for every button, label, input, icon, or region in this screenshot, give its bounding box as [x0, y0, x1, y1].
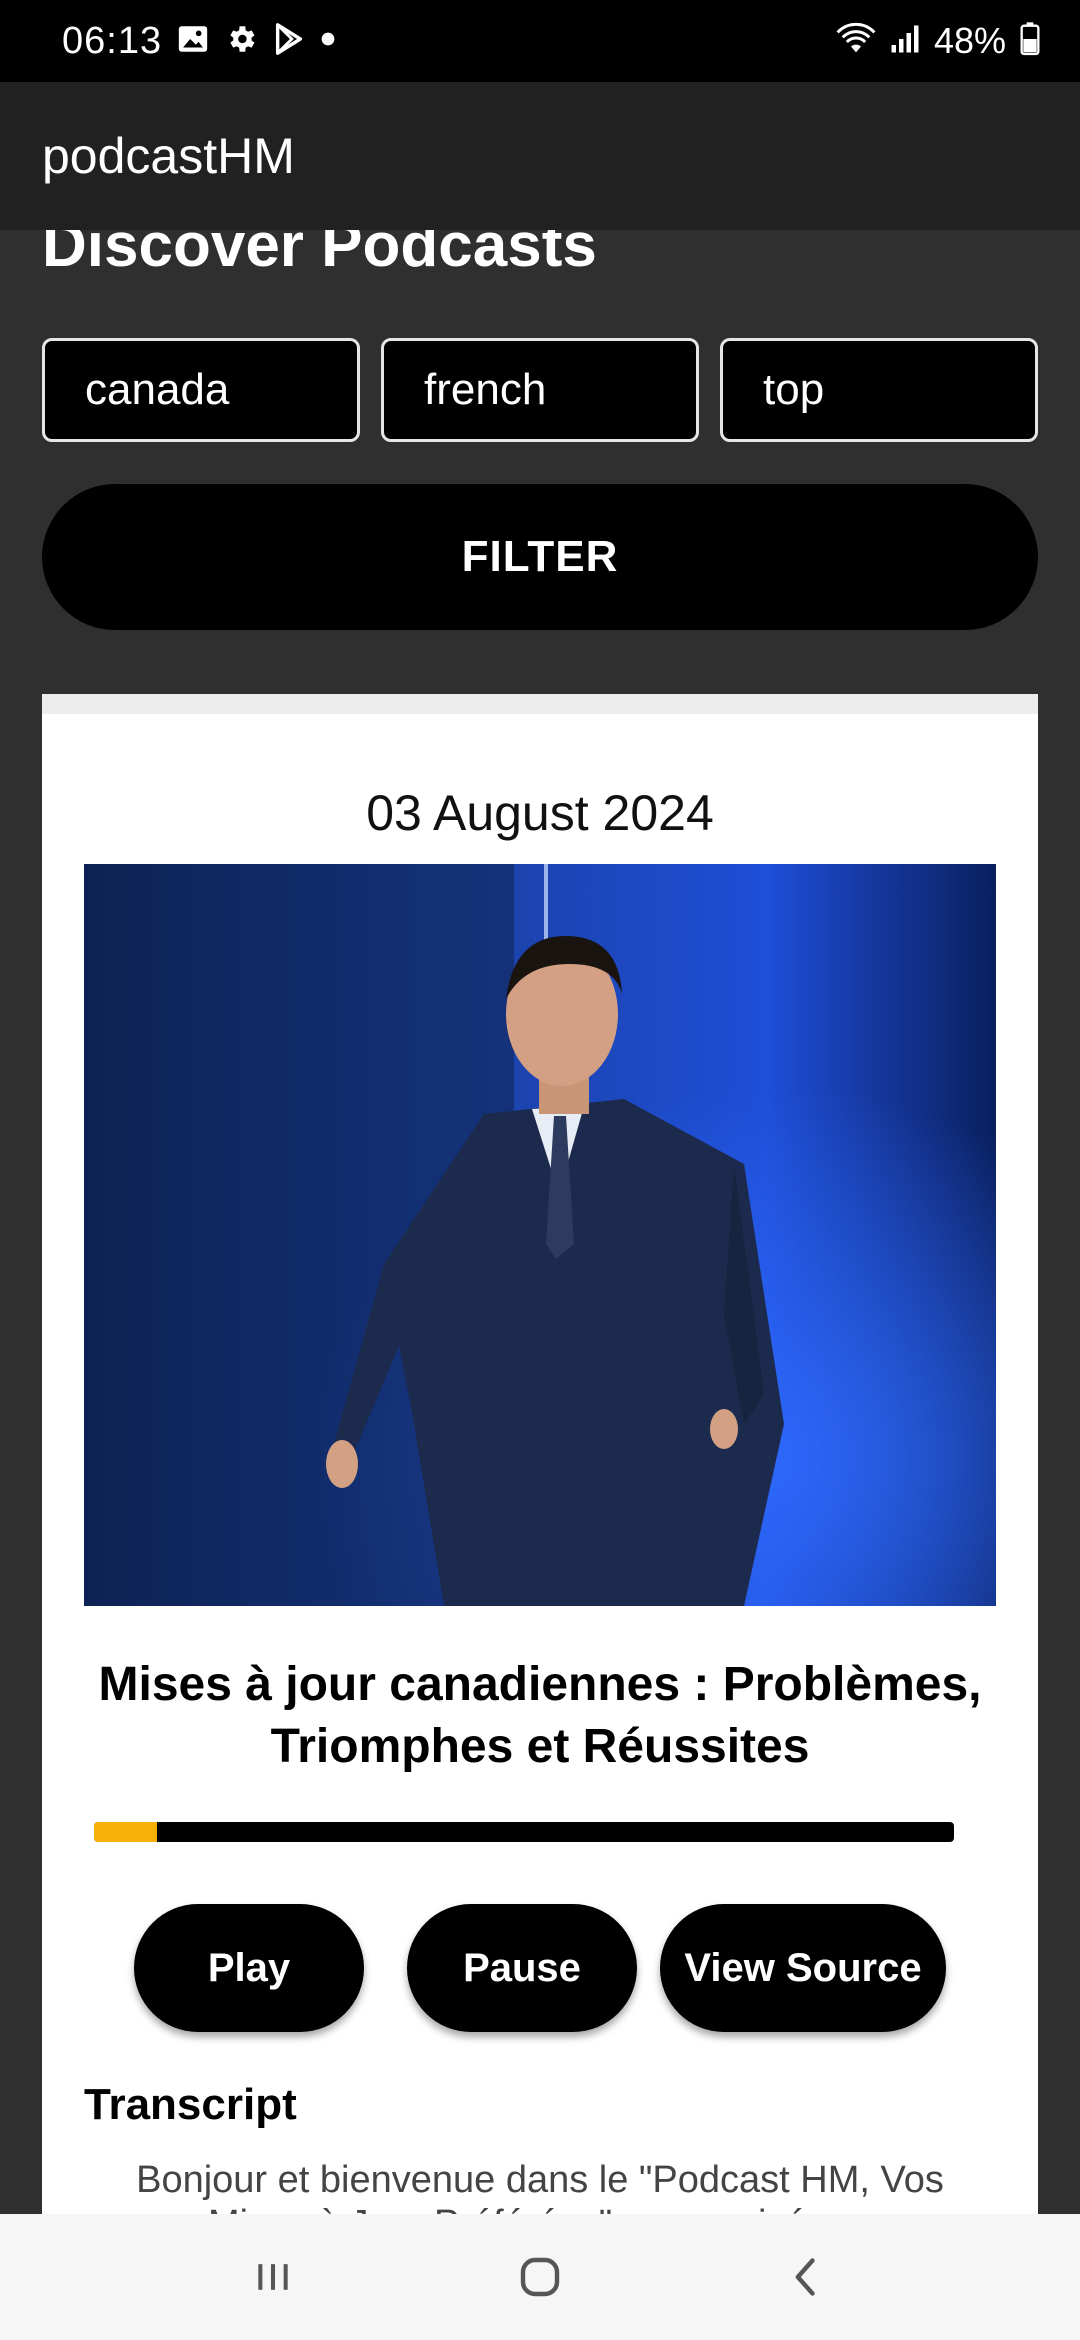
podcast-cover-image — [84, 864, 996, 1606]
progress-bar[interactable] — [94, 1822, 954, 1842]
transcript-heading: Transcript — [84, 2080, 297, 2129]
home-icon[interactable] — [495, 2232, 585, 2322]
main-content: Discover Podcasts canada french top FILT… — [0, 0, 1080, 2340]
navigation-bar — [0, 2214, 1080, 2340]
filter-input-country[interactable]: canada — [42, 338, 360, 442]
back-icon[interactable] — [762, 2232, 852, 2322]
progress-fill — [94, 1822, 157, 1842]
filter-input-language[interactable]: french — [381, 338, 699, 442]
app-title: podcastHM — [42, 128, 295, 184]
podcast-date: 03 August 2024 — [366, 785, 714, 841]
filter-button[interactable]: FILTER — [42, 484, 1038, 630]
recent-apps-icon[interactable] — [228, 2232, 318, 2322]
play-button[interactable]: Play — [134, 1904, 364, 2032]
app-bar: podcastHM — [0, 82, 1080, 230]
podcast-title: Mises à jour canadiennes : Problèmes, Tr… — [98, 1658, 982, 1773]
view-source-button[interactable]: View Source — [660, 1904, 946, 2032]
screen: 06:13 48% Discover Podcasts canada frenc… — [0, 0, 1080, 2340]
filter-input-category[interactable]: top — [720, 338, 1038, 442]
podcast-card: 03 August 2024 Mises à jour canadiennes … — [42, 694, 1038, 2254]
pause-button[interactable]: Pause — [407, 1904, 637, 2032]
